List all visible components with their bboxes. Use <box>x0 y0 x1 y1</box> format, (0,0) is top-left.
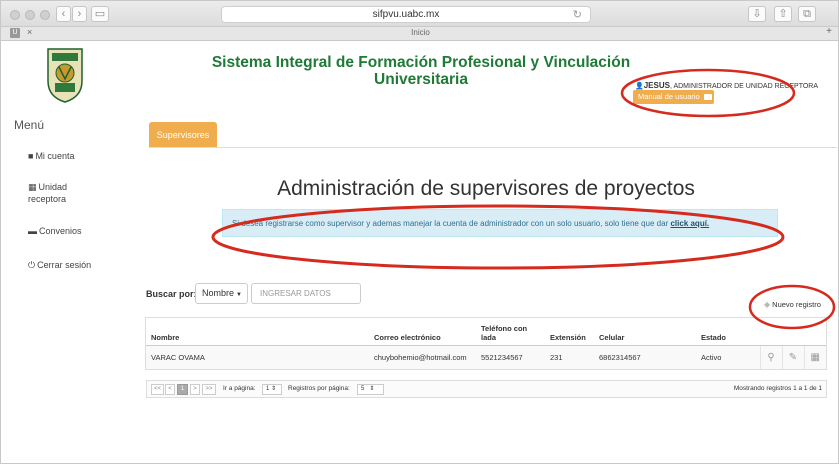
column-header: Teléfono con lada <box>476 317 545 346</box>
column-header-action <box>782 317 804 346</box>
new-record-button[interactable]: ◆ Nuevo registro <box>764 300 821 309</box>
sidebar-title: Menú <box>14 118 45 132</box>
table-header-row: Nombre Correo electrónico Teléfono con l… <box>146 317 826 346</box>
next-page-button[interactable]: > <box>190 384 200 395</box>
share-icon[interactable]: ⇧ <box>774 6 792 22</box>
info-alert: Si desea registrarse como supervisor y a… <box>222 209 778 237</box>
page-title: Sistema Integral de Formación Profesiona… <box>211 54 631 88</box>
column-header: Celular <box>594 317 696 346</box>
cell-extension: 231 <box>545 345 594 370</box>
column-header-action <box>760 317 782 346</box>
tab-divider <box>149 147 837 148</box>
user-name: JESUS <box>643 81 670 90</box>
comment-icon <box>703 94 712 101</box>
user-manual-button[interactable]: Manual de usuario <box>633 90 714 104</box>
user-icon: 👤 <box>635 83 644 90</box>
section-heading: Administración de supervisores de proyec… <box>277 177 695 200</box>
close-window-icon[interactable] <box>10 10 20 20</box>
tab-title[interactable]: Inicio <box>1 28 838 37</box>
browser-window: ‹ › ▭ ◐ sifpvu.uabc.mx ↻ ⇩ ⇧ ⧉ U × Inici… <box>0 0 839 464</box>
power-icon: ⏻ <box>28 260 36 270</box>
cell-celular: 6862314567 <box>594 345 696 370</box>
tab-strip: U × Inicio + <box>1 26 838 41</box>
search-input[interactable] <box>251 283 361 304</box>
supervisors-table: Nombre Correo electrónico Teléfono con l… <box>146 317 826 370</box>
cell-telefono: 5521234567 <box>476 345 545 370</box>
folder-icon: ▬ <box>28 226 37 236</box>
sidebar-item-label: Convenios <box>39 226 82 236</box>
address-bar[interactable]: sifpvu.uabc.mx ↻ <box>221 6 591 23</box>
first-page-button[interactable]: << <box>151 384 164 395</box>
sidebar-toggle-icon[interactable]: ▭ <box>91 6 109 22</box>
downloads-icon[interactable]: ⇩ <box>748 6 766 22</box>
current-page-button[interactable]: 1 <box>177 384 188 395</box>
prev-page-button[interactable]: < <box>165 384 175 395</box>
go-to-page-select[interactable]: 1 ⇕ <box>262 384 282 395</box>
cell-nombre: VARAC OVAMA <box>146 345 369 370</box>
alert-link[interactable]: click aquí. <box>670 219 709 228</box>
sidebar-item-unidad-receptora[interactable]: ▦ Unidad receptora <box>28 181 88 205</box>
column-header: Extensión <box>545 317 594 346</box>
alert-text: Si desea registrarse como supervisor y a… <box>232 219 671 228</box>
search-field-select[interactable]: Nombre ▼ <box>195 283 248 304</box>
sidebar-item-mi-cuenta[interactable]: ■ Mi cuenta <box>28 150 74 162</box>
sidebar-item-cerrar-sesion[interactable]: ⏻ Cerrar sesión <box>28 259 91 271</box>
updown-icon: ⇕ <box>369 386 375 392</box>
tabs-overview-icon[interactable]: ⧉ <box>798 6 816 22</box>
browser-toolbar: ‹ › ▭ ◐ sifpvu.uabc.mx ↻ ⇩ ⇧ ⧉ <box>1 1 838 27</box>
per-page-select[interactable]: 5 ⇕ <box>357 384 384 395</box>
reload-icon[interactable]: ↻ <box>573 8 582 23</box>
go-to-page-value: 1 <box>266 386 270 392</box>
user-icon: ■ <box>28 151 34 161</box>
go-to-page-label: Ir a página: <box>223 385 256 392</box>
pagination-bar: << < 1 > >> Ir a página: 1 ⇕ Registros p… <box>146 380 827 398</box>
url-text: sifpvu.uabc.mx <box>372 9 440 20</box>
updown-icon: ⇕ <box>271 386 277 392</box>
new-tab-icon[interactable]: + <box>826 26 832 37</box>
cell-correo: chuybohemio@hotmail.com <box>369 345 476 370</box>
per-page-label: Registros por página: <box>288 385 350 392</box>
sidebar-item-label: Cerrar sesión <box>37 260 92 270</box>
sidebar-item-convenios[interactable]: ▬ Convenios <box>28 225 82 237</box>
plus-diamond-icon: ◆ <box>764 300 771 309</box>
view-icon[interactable]: ⚲ <box>759 345 782 370</box>
sidebar-item-label: Mi cuenta <box>35 151 75 161</box>
last-page-button[interactable]: >> <box>202 384 216 395</box>
uabc-logo <box>47 48 83 103</box>
user-manual-label: Manual de usuario <box>638 92 700 101</box>
column-header: Correo electrónico <box>369 317 476 346</box>
caret-down-icon: ▼ <box>236 292 242 298</box>
per-page-value: 5 <box>361 386 365 392</box>
column-header: Estado <box>696 317 760 346</box>
new-record-label: Nuevo registro <box>772 300 821 309</box>
grid-icon: ▦ <box>28 182 37 192</box>
delete-icon[interactable]: ▦ <box>803 345 826 370</box>
records-summary: Mostrando registros 1 a 1 de 1 <box>733 385 822 392</box>
tab-supervisores[interactable]: Supervisores <box>149 122 217 148</box>
minimize-window-icon[interactable] <box>25 10 35 20</box>
user-role: , ADMINISTRADOR DE UNIDAD RECEPTORA <box>669 83 819 90</box>
cell-estado: Activo <box>696 345 760 370</box>
zoom-window-icon[interactable] <box>40 10 50 20</box>
table-row[interactable]: VARAC OVAMA chuybohemio@hotmail.com 5521… <box>146 345 826 370</box>
column-header-action <box>804 317 826 346</box>
column-header: Nombre <box>146 317 369 346</box>
search-field-value: Nombre <box>202 288 235 298</box>
search-label: Buscar por: <box>146 289 197 299</box>
edit-icon[interactable]: ✎ <box>781 345 804 370</box>
forward-icon[interactable]: › <box>72 6 87 22</box>
user-info: 👤JESUS, ADMINISTRADOR DE UNIDAD RECEPTOR… <box>635 81 818 90</box>
back-icon[interactable]: ‹ <box>56 6 71 22</box>
